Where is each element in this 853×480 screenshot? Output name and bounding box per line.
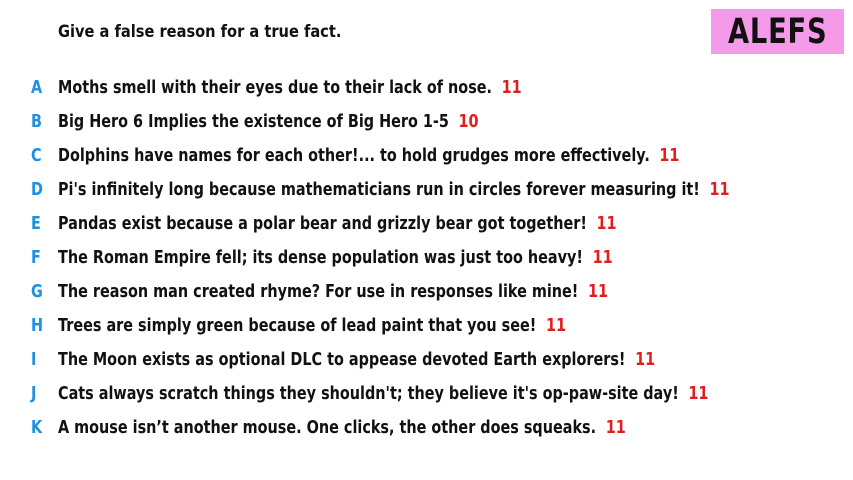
- answer-row: D Pi's infinitely long because mathemati…: [0, 172, 853, 206]
- answer-row: I The Moon exists as optional DLC to app…: [0, 343, 853, 377]
- answer-score: 11: [545, 315, 566, 337]
- answer-text: Cats always scratch things they shouldn'…: [58, 383, 679, 405]
- answer-letter: A: [31, 76, 43, 98]
- answer-text: Big Hero 6 Implies the existence of Big …: [58, 110, 449, 132]
- answer-letter: C: [31, 144, 42, 166]
- answer-score: 11: [596, 212, 617, 234]
- answer-score: 11: [688, 383, 709, 405]
- answer-text: The Roman Empire fell; its dense populat…: [58, 247, 583, 269]
- answer-letter: G: [31, 281, 43, 303]
- answer-score: 11: [709, 178, 730, 200]
- answer-score: 11: [635, 349, 656, 371]
- logo-text: ALEFS: [727, 11, 828, 52]
- answer-letter: E: [31, 212, 41, 234]
- answer-letter: J: [31, 383, 37, 405]
- answer-score: 11: [605, 417, 626, 439]
- answer-text: Trees are simply green because of lead p…: [58, 315, 537, 337]
- answer-row: J Cats always scratch things they should…: [0, 377, 853, 411]
- answer-row: C Dolphins have names for each other!...…: [0, 138, 853, 172]
- answer-score: 11: [587, 281, 609, 303]
- answer-text: A mouse isn’t another mouse. One clicks,…: [58, 417, 597, 439]
- answer-text: Moths smell with their eyes due to their…: [58, 76, 492, 98]
- answer-row: G The reason man created rhyme? For use …: [0, 275, 853, 309]
- answer-letter: K: [31, 417, 43, 439]
- answer-letter: F: [31, 247, 41, 269]
- answer-list: A Moths smell with their eyes due to the…: [0, 70, 853, 445]
- answer-score: 11: [659, 144, 680, 166]
- answer-text: Pandas exist because a polar bear and gr…: [58, 212, 587, 234]
- answer-text: Pi's infinitely long because mathematici…: [58, 178, 700, 200]
- answer-score: 11: [592, 247, 613, 269]
- answer-text: The Moon exists as optional DLC to appea…: [58, 349, 626, 371]
- answer-row: B Big Hero 6 Implies the existence of Bi…: [0, 104, 853, 138]
- answer-row: H Trees are simply green because of lead…: [0, 309, 853, 343]
- answer-letter: B: [31, 110, 42, 132]
- answer-score: 10: [458, 110, 479, 132]
- answer-row: E Pandas exist because a polar bear and …: [0, 206, 853, 240]
- answer-text: Dolphins have names for each other!... t…: [58, 144, 650, 166]
- logo-badge: ALEFS: [711, 9, 844, 54]
- answer-letter: I: [31, 349, 37, 371]
- answer-row: A Moths smell with their eyes due to the…: [0, 70, 853, 104]
- answer-letter: H: [31, 315, 44, 337]
- answer-text: The reason man created rhyme? For use in…: [58, 281, 579, 303]
- answer-letter: D: [31, 178, 43, 200]
- prompt-text: Give a false reason for a true fact.: [58, 22, 342, 42]
- answer-row: F The Roman Empire fell; its dense popul…: [0, 240, 853, 274]
- answer-score: 11: [501, 76, 522, 98]
- answer-row: K A mouse isn’t another mouse. One click…: [0, 411, 853, 445]
